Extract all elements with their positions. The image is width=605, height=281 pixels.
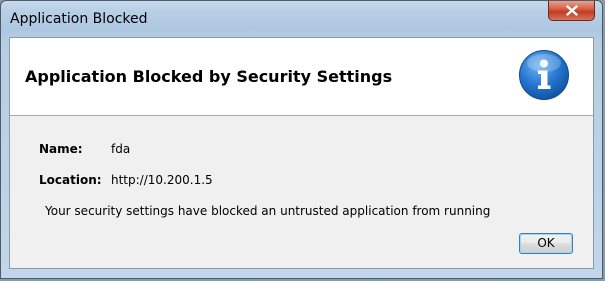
window-title: Application Blocked (10, 11, 148, 27)
dialog-body: Name: fda Location: http://10.200.1.5 Yo… (10, 116, 593, 270)
name-value: fda (111, 142, 131, 156)
close-button[interactable] (548, 1, 595, 21)
dialog-content: Application Blocked by Security Settings (9, 37, 594, 269)
dialog-header: Application Blocked by Security Settings (10, 38, 593, 116)
location-value: http://10.200.1.5 (111, 173, 213, 187)
location-label: Location: (39, 173, 102, 187)
ok-button[interactable]: OK (519, 233, 573, 254)
dialog-window: Application Blocked Application Blocked … (0, 0, 603, 279)
title-bar[interactable]: Application Blocked (1, 1, 602, 37)
close-icon (565, 5, 578, 16)
blocked-message: Your security settings have blocked an u… (45, 204, 491, 218)
info-icon (518, 49, 570, 101)
name-label: Name: (39, 142, 83, 156)
header-title: Application Blocked by Security Settings (25, 67, 393, 86)
